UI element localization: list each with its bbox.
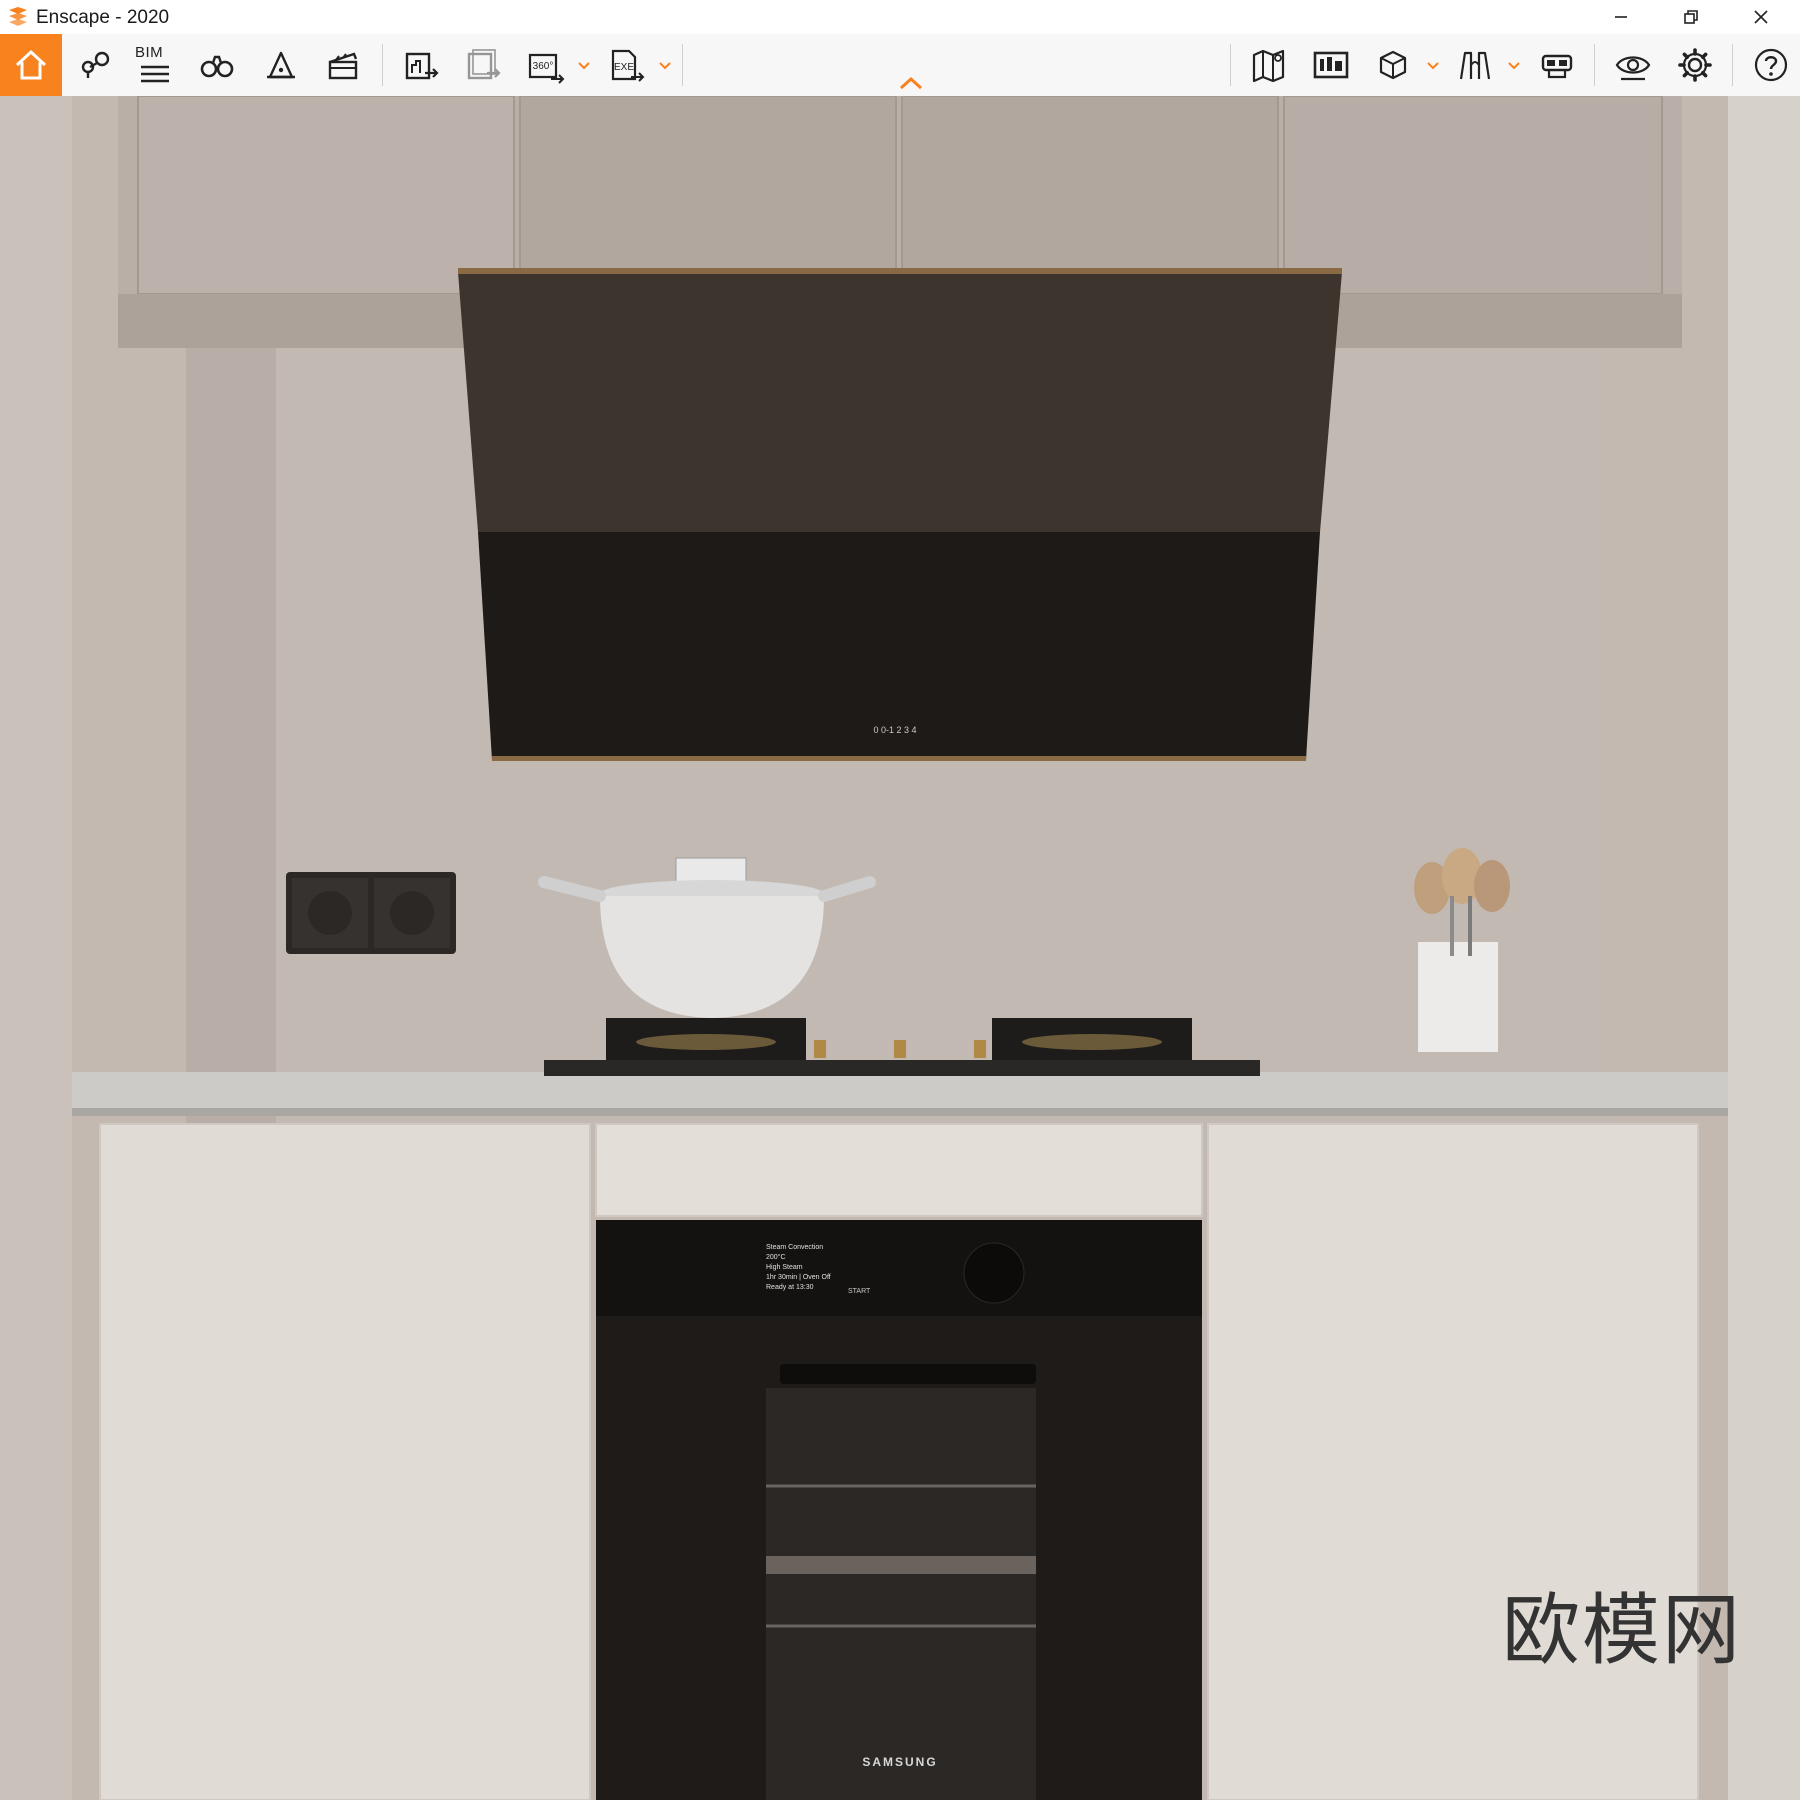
minimize-button[interactable]: [1590, 0, 1652, 34]
binoculars-icon: [200, 55, 234, 78]
batch-render-button[interactable]: [456, 34, 510, 96]
kitchen-scene: 0 0-1 2 3 4 Steam Convection 200°C High …: [0, 96, 1800, 1800]
vr-headset-button[interactable]: [1530, 34, 1584, 96]
enscape-logo-icon: [9, 7, 27, 26]
chevron-down-icon[interactable]: [575, 56, 593, 74]
minimize-icon: [1615, 16, 1627, 18]
exe-text: EXE: [614, 62, 634, 73]
sound-button[interactable]: [254, 34, 308, 96]
screenshot-export-icon: [405, 52, 439, 80]
help-icon: [1754, 48, 1788, 82]
panorama-360-icon: 360°: [528, 53, 565, 84]
settings-button[interactable]: [1668, 34, 1722, 96]
binoculars-button[interactable]: [190, 34, 244, 96]
right-wall: [1728, 96, 1800, 1800]
cube-view-icon: [1379, 50, 1407, 80]
oven-display-line-5: Ready at 13:30: [766, 1284, 814, 1291]
window-title: Enscape - 2020: [36, 7, 170, 28]
panorama-button[interactable]: 360°: [518, 34, 572, 96]
map-button[interactable]: [1242, 34, 1296, 96]
oven-brand-label: SAMSUNG: [862, 1755, 937, 1769]
visual-settings-button[interactable]: [1606, 34, 1660, 96]
left-wall: [0, 96, 72, 1800]
toolbar-separator: [1594, 44, 1595, 86]
clapperboard-icon: [328, 52, 358, 80]
asset-library-button[interactable]: [1304, 34, 1358, 96]
restore-icon: [1684, 10, 1698, 24]
oven-display-line-1: Steam Convection: [766, 1244, 823, 1251]
close-icon: [1754, 10, 1768, 24]
utensil-holder: [1414, 848, 1510, 1052]
video-editor-button[interactable]: [316, 34, 370, 96]
restore-button[interactable]: [1660, 0, 1722, 34]
home-button[interactable]: [0, 34, 62, 96]
vr-headset-icon: [1541, 54, 1573, 79]
collapse-toolbar-chevron-icon[interactable]: [896, 74, 926, 94]
asset-library-icon: [1313, 51, 1349, 79]
toolbar-separator: [1732, 44, 1733, 86]
exe-export-button[interactable]: EXE: [600, 34, 654, 96]
drawing-tool-button[interactable]: [1448, 34, 1502, 96]
bim-label: BIM: [135, 44, 164, 61]
chevron-down-icon[interactable]: [656, 56, 674, 74]
toolbar-separator: [682, 44, 683, 86]
drawing-tool-icon: [1459, 51, 1491, 80]
countertop: [72, 1072, 1728, 1108]
exe-export-icon: EXE: [611, 49, 645, 82]
close-button[interactable]: [1730, 0, 1792, 34]
toolbar-separator: [382, 44, 383, 86]
power-socket: [286, 872, 456, 954]
map-icon: [1252, 49, 1285, 83]
batch-render-icon: [467, 49, 501, 80]
hood-controls: 0 0-1 2 3 4: [873, 725, 916, 735]
oven-display-line-2: 200°C: [766, 1253, 786, 1261]
location-pin-icon: [81, 51, 110, 78]
panorama-text: 360°: [533, 61, 554, 72]
range-hood: 0 0-1 2 3 4: [458, 268, 1342, 761]
views-button[interactable]: [70, 34, 120, 96]
chevron-down-icon[interactable]: [1424, 56, 1442, 74]
screenshot-export-button[interactable]: [394, 34, 448, 96]
settings-icon: [1678, 48, 1712, 82]
toolbar-separator: [1230, 44, 1231, 86]
wall-oven: Steam Convection 200°C High Steam 1hr 30…: [596, 1220, 1202, 1800]
title-bar: Enscape - 2020: [0, 0, 1800, 35]
oven-display-line-3: High Steam: [766, 1264, 803, 1271]
visual-settings-icon: [1615, 56, 1651, 81]
bell-icon: [267, 51, 295, 79]
oven-display-line-4: 1hr 30min | Oven Off: [766, 1274, 831, 1281]
render-viewport[interactable]: 0 0-1 2 3 4 Steam Convection 200°C High …: [0, 96, 1800, 1800]
enscape-window: Enscape - 2020 BIM 360° EXE 0 0-1 2 3 4 …: [0, 0, 1800, 1800]
cube-view-button[interactable]: [1366, 34, 1420, 96]
help-button[interactable]: [1744, 34, 1798, 96]
chevron-down-icon[interactable]: [1505, 56, 1523, 74]
home-icon: [15, 50, 47, 80]
oven-start-label: START: [848, 1288, 871, 1295]
site-watermark: 欧模网: [1501, 1586, 1742, 1676]
